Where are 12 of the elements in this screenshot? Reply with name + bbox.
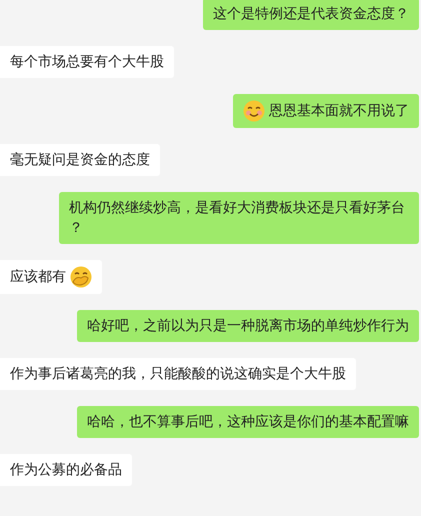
received-message-bubble: 作为事后诸葛亮的我，只能酸酸的说这确实是个大牛股 (0, 358, 356, 390)
sent-message-bubble: 恩恩基本面就不用说了 (233, 94, 419, 128)
sent-message-bubble: 哈哈，也不算事后吧，这种应该是你们的基本配置嘛 (77, 406, 419, 438)
smiley-icon (243, 100, 265, 122)
sent-message-bubble: 哈好吧，之前以为只是一种脱离市场的单纯炒作行为 (77, 310, 419, 342)
giggle-emoji-icon (70, 266, 92, 288)
sent-message-bubble: 机构仍然继续炒高，是看好大消费板块还是只看好茅台？ (59, 192, 419, 244)
received-message-bubble: 每个市场总要有个大牛股 (0, 46, 174, 78)
received-message-bubble: 作为公募的必备品 (0, 454, 132, 486)
received-message-bubble: 应该都有 (0, 260, 102, 294)
sent-message-bubble: 这个是特例还是代表资金态度？ (203, 0, 419, 30)
received-message-bubble: 毫无疑问是资金的态度 (0, 144, 160, 176)
